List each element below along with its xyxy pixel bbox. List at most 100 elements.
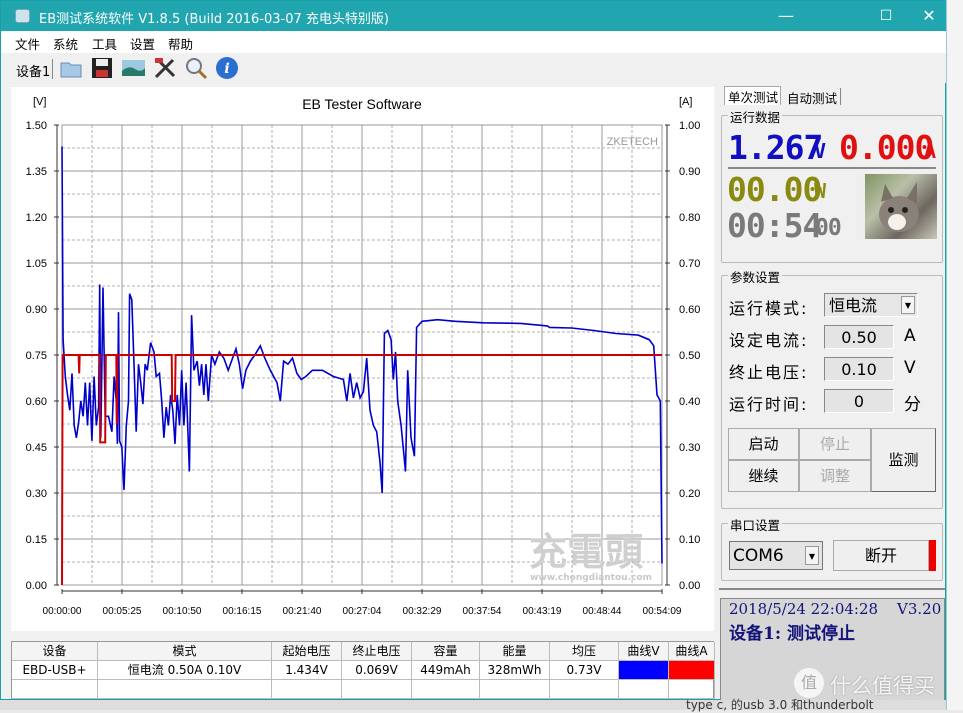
x-tick-label: 00:21:40 [283,606,322,617]
tab-auto-test[interactable]: 自动测试 [784,88,841,106]
empty-cell [12,680,98,699]
cell-device: EBD-USB+ [12,661,98,680]
left-tick-label: 0.75 [26,350,47,362]
stop-button[interactable]: 停止 [799,428,871,460]
empty-cell [98,680,272,699]
mode-value: 恒电流 [829,296,878,315]
right-tick-label: 0.40 [679,396,700,408]
right-tick-label: 0.70 [679,258,700,270]
cell-start-voltage: 1.434V [272,661,342,680]
minimize-button[interactable]: — [763,1,809,31]
start-button[interactable]: 启动 [728,428,799,460]
tab-single-test[interactable]: 单次测试 [724,86,781,105]
left-tick-label: 0.30 [26,488,47,500]
background-page-bottom: type c, 的usb 3.0 和thunderbolt [0,698,946,712]
right-tick-label: 0.10 [679,534,700,546]
column-header-energy: 能量 [480,642,550,661]
run-data-label: 运行数据 [728,107,783,126]
cutoff-voltage-input[interactable]: 0.10 [824,357,894,381]
right-tick-label: 0.00 [679,580,700,592]
cell-curve-v[interactable] [619,661,669,680]
adjust-button[interactable]: 调整 [799,460,871,492]
left-tick-label: 0.00 [26,580,47,592]
column-header-curve-v: 曲线V [619,642,669,661]
status-datetime: 2018/5/24 22:04:28 [729,600,879,618]
run-time-input[interactable]: 0 [824,389,894,413]
voltage-readout: 1.267 [728,128,823,167]
continue-button[interactable]: 继续 [728,460,799,492]
params-label: 参数设置 [728,267,783,286]
monitor-button[interactable]: 监测 [871,428,936,492]
elapsed-time-readout: 00:54 [727,206,822,245]
x-tick-label: 00:05:25 [103,606,142,617]
x-tick-label: 00:16:15 [223,606,262,617]
panel-divider [719,588,945,590]
left-tick-label: 1.20 [26,212,47,224]
serial-label: 串口设置 [728,515,783,534]
x-tick-label: 00:00:00 [43,606,82,617]
right-tick-label: 0.90 [679,166,700,178]
cell-mode: 恒电流 0.50A 0.10V [98,661,272,680]
chongdiantou-logo-watermark: 充電頭 [529,530,644,574]
connection-indicator [929,540,936,571]
power-readout: 00.00 [727,170,822,209]
close-button[interactable]: ✕ [911,1,947,31]
cell-avg-voltage: 0.73V [550,661,619,680]
x-tick-label: 00:54:09 [643,606,682,617]
right-tick-label: 0.20 [679,488,700,500]
app-window: EB测试系统软件 V1.8.5 (Build 2016-03-07 充电头特别版… [0,0,947,701]
disconnect-button[interactable]: 断开 [833,540,929,571]
column-header-start-voltage: 起始电压 [272,642,342,661]
empty-cell [272,680,342,699]
left-tick-label: 0.60 [26,396,47,408]
left-tick-label: 1.35 [26,166,47,178]
status-message: 设备1: 测试停止 [729,624,856,644]
power-unit: W [814,179,826,203]
cell-end-voltage: 0.069V [342,661,412,680]
empty-cell [619,680,669,699]
current-setting-input[interactable]: 0.50 [824,325,894,349]
chevron-down-icon[interactable]: ▼ [901,296,915,314]
right-tick-label: 0.30 [679,442,700,454]
maximize-button[interactable]: ☐ [863,1,909,31]
left-tick-label: 1.05 [26,258,47,270]
chart-title: EB Tester Software [302,96,422,112]
left-tick-label: 0.15 [26,534,47,546]
column-header-curve-a: 曲线A [669,642,715,661]
elapsed-seconds-readout: 00 [815,215,842,241]
results-table: 设备 模式 起始电压 终止电压 容量 能量 均压 曲线V 曲线A EBD-USB+ 恒电流 0.50… [11,641,715,699]
x-tick-label: 00:10:50 [163,606,202,617]
voltage-unit: V [814,139,826,163]
cutoff-voltage-label: 终止电压: [729,363,809,382]
run-time-label: 运行时间: [729,395,809,414]
left-axis-unit: [V] [33,96,46,108]
cat-photo [857,174,937,239]
com-port-select[interactable]: COM6 ▼ [729,541,823,570]
left-tick-label: 0.45 [26,442,47,454]
mode-select[interactable]: 恒电流 ▼ [824,293,918,317]
column-header-capacity: 容量 [412,642,480,661]
cutoff-voltage-unit: V [904,358,916,378]
x-tick-label: 00:32:29 [403,606,442,617]
empty-cell [550,680,619,699]
cell-capacity: 449mAh [412,661,480,680]
watermark-url: www.chongdiantou.com [530,573,652,583]
cell-curve-a[interactable] [669,661,715,680]
run-time-unit: 分 [904,395,921,415]
right-tick-label: 1.00 [679,120,700,132]
column-header-end-voltage: 终止电压 [342,642,412,661]
smzdm-watermark: 什么值得买 [830,674,935,698]
empty-cell [480,680,550,699]
brand-watermark: ZKETECH [607,136,658,148]
x-tick-label: 00:27:04 [343,606,382,617]
x-tick-label: 00:43:19 [523,606,562,617]
smzdm-badge-watermark: 值 [794,668,824,698]
left-tick-label: 1.50 [26,120,47,132]
background-page-edge [946,0,963,710]
voltage-current-chart: EB Tester Software [V] [A] ZKETECH 充電頭 w… [26,96,701,617]
right-tick-label: 0.80 [679,212,700,224]
right-axis-unit: [A] [679,96,692,108]
x-tick-label: 00:37:54 [463,606,502,617]
chart-panel: EB Tester Software [V] [A] ZKETECH 充電頭 w… [11,87,714,631]
chevron-down-icon[interactable]: ▼ [805,546,819,565]
